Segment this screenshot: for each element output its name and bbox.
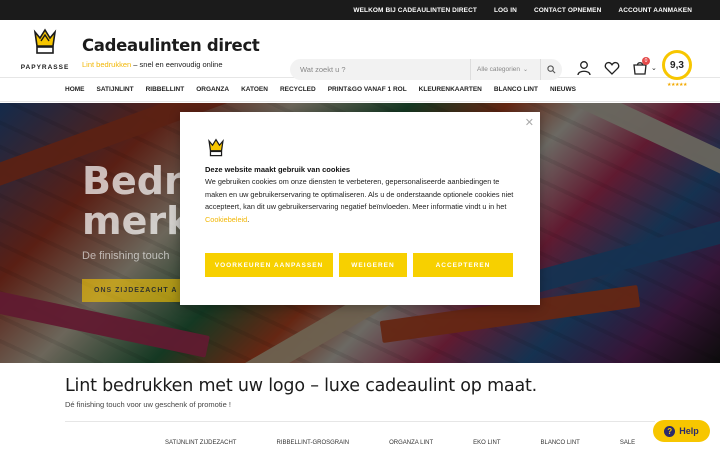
category-link-satijnlint[interactable]: SATIJNLINT ZIJDEZACHT	[165, 440, 236, 446]
category-select[interactable]: Alle categorien ⌄	[470, 59, 540, 80]
cart-count-badge: 0	[642, 57, 650, 65]
rating-stars: ★★★★★	[667, 82, 687, 88]
cookie-buttons: VOORKEUREN AANPASSEN WEIGEREN ACCEPTEREN	[205, 253, 513, 277]
login-link[interactable]: LOG IN	[494, 7, 517, 14]
nav-item-katoen[interactable]: KATOEN	[241, 86, 268, 93]
header-icons: 0 ⌄	[576, 57, 657, 76]
page-subline: Dé finishing touch voor uw geschenk of p…	[65, 400, 231, 409]
site-header: PAPYRASSE Cadeaulinten direct Lint bedru…	[0, 20, 720, 88]
divider	[65, 421, 655, 422]
search-button[interactable]	[540, 59, 562, 80]
user-icon[interactable]	[576, 60, 592, 76]
site-title[interactable]: Cadeaulinten direct	[82, 36, 260, 55]
chevron-down-icon: ⌄	[523, 67, 529, 73]
category-link-ribbellint[interactable]: RIBBELLINT-GROSGRAIN	[276, 440, 349, 446]
category-nav: SATIJNLINT ZIJDEZACHT RIBBELLINT-GROSGRA…	[165, 440, 675, 446]
nav-item-organza[interactable]: ORGANZA	[196, 86, 229, 93]
tagline: Lint bedrukken – snel en eenvoudig onlin…	[82, 60, 223, 69]
cookie-policy-link[interactable]: Cookiebeleid	[205, 215, 247, 224]
search-input[interactable]	[290, 65, 470, 74]
site-logo[interactable]: PAPYRASSE	[20, 28, 70, 71]
cookie-text-end: .	[247, 214, 250, 224]
cookie-title: Deze website maakt gebruik van cookies	[205, 165, 351, 174]
cookie-text: We gebruiken cookies om onze diensten te…	[205, 176, 521, 226]
tagline-rest: – snel en eenvoudig online	[131, 60, 223, 69]
hero-subtitle: De finishing touch	[82, 250, 170, 262]
search-bar: Alle categorien⌄	[290, 59, 562, 80]
rating-widget[interactable]: 9,3 ★★★★★	[661, 50, 693, 88]
accept-button[interactable]: ACCEPTEREN	[413, 253, 513, 277]
category-link-organza[interactable]: ORGANZA LINT	[389, 440, 433, 446]
brand-name: PAPYRASSE	[20, 64, 70, 71]
nav-item-recycled[interactable]: RECYCLED	[280, 86, 316, 93]
cookie-body: We gebruiken cookies om onze diensten te…	[205, 177, 514, 212]
nav-item-ribbellint[interactable]: RIBBELLINT	[146, 86, 185, 93]
create-account-link[interactable]: ACCOUNT AANMAKEN	[618, 7, 692, 14]
nav-item-blanco-lint[interactable]: BLANCO LINT	[494, 86, 538, 93]
heart-icon[interactable]	[604, 60, 620, 76]
main-nav: HOME SATIJNLINT RIBBELLINT ORGANZA KATOE…	[0, 78, 720, 102]
hero-cta-button[interactable]: ONS ZIJDEZACHT A	[82, 279, 190, 302]
help-label: Help	[679, 426, 699, 436]
ribbon-decoration	[526, 103, 720, 185]
nav-item-printgo[interactable]: PRINT&GO VANAF 1 ROL	[328, 86, 407, 93]
rating-score: 9,3	[662, 50, 692, 80]
category-link-sale[interactable]: SALE	[620, 440, 635, 446]
category-link-blanco[interactable]: BLANCO LINT	[541, 440, 580, 446]
search-icon	[547, 65, 556, 74]
top-bar: WELKOM BIJ CADEAULINTEN DIRECT LOG IN CO…	[0, 0, 720, 20]
help-button[interactable]: ? Help	[653, 420, 710, 442]
page-headline: Lint bedrukken met uw logo – luxe cadeau…	[65, 376, 538, 396]
tagline-highlight[interactable]: Lint bedrukken	[82, 60, 131, 69]
crown-logo-icon	[208, 138, 224, 157]
question-icon: ?	[664, 425, 676, 437]
nav-item-nieuws[interactable]: NIEUWS	[550, 86, 576, 93]
close-icon[interactable]: ✕	[525, 116, 534, 129]
cart-button[interactable]: 0 ⌄	[632, 57, 657, 76]
nav-item-kleurenkaarten[interactable]: KLEURENKAARTEN	[419, 86, 482, 93]
preferences-button[interactable]: VOORKEUREN AANPASSEN	[205, 253, 333, 277]
nav-item-satijnlint[interactable]: SATIJNLINT	[97, 86, 134, 93]
crown-logo-icon	[33, 28, 57, 54]
welcome-link[interactable]: WELKOM BIJ CADEAULINTEN DIRECT	[353, 7, 477, 14]
cookie-consent-modal: ✕ Deze website maakt gebruik van cookies…	[180, 112, 540, 305]
ribbon-decoration	[521, 212, 720, 296]
contact-link[interactable]: CONTACT OPNEMEN	[534, 7, 601, 14]
refuse-button[interactable]: WEIGEREN	[339, 253, 407, 277]
category-label: Alle categorien	[477, 66, 520, 73]
chevron-down-icon: ⌄	[651, 65, 657, 72]
nav-item-home[interactable]: HOME	[65, 86, 85, 93]
category-link-eko[interactable]: EKO LINT	[473, 440, 500, 446]
